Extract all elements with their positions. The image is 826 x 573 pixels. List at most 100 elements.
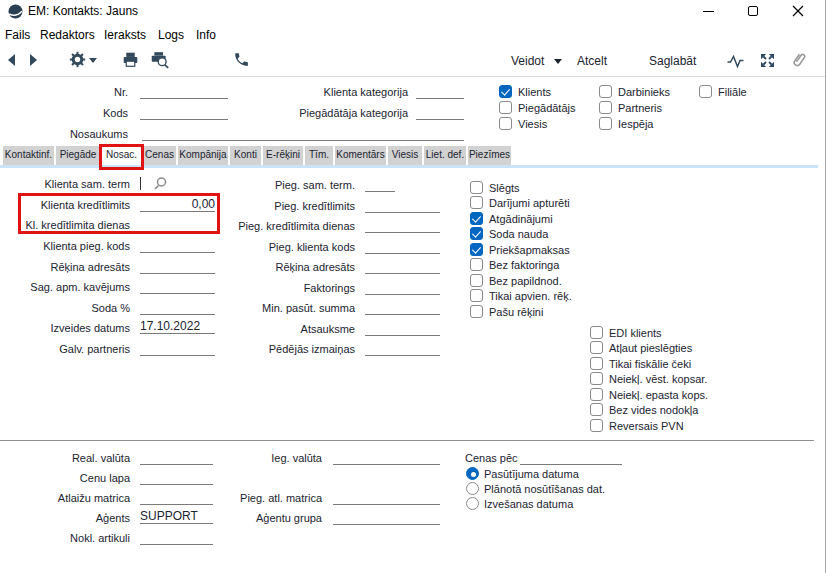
checkbox-prieksapmaksas[interactable] bbox=[470, 243, 483, 256]
pieg-kreditlimits-field[interactable] bbox=[365, 198, 440, 213]
checkbox-darbinieks[interactable] bbox=[599, 85, 612, 98]
checkbox-atgadinajumi[interactable] bbox=[470, 212, 483, 225]
checkbox-filiale[interactable] bbox=[699, 85, 712, 98]
phone-icon[interactable] bbox=[233, 51, 250, 68]
cenu-lapa-field[interactable] bbox=[140, 470, 213, 485]
checkbox-klients[interactable] bbox=[499, 85, 512, 98]
checkbox-bez-faktoringa[interactable] bbox=[470, 258, 483, 271]
activity-icon[interactable] bbox=[727, 55, 744, 68]
checkbox-darijumi-apturei[interactable] bbox=[470, 196, 483, 209]
sag-apm-kavejums-field[interactable] bbox=[140, 279, 215, 294]
back-icon[interactable] bbox=[6, 53, 16, 67]
close-button[interactable] bbox=[792, 5, 804, 17]
pieg-klienta-kods-field[interactable] bbox=[365, 239, 440, 254]
radio-izvesanas-datuma[interactable] bbox=[466, 497, 479, 510]
tab-piegade[interactable]: Piegāde bbox=[56, 146, 100, 165]
izveides-datums-field[interactable]: 17.10.2022 bbox=[140, 319, 215, 334]
minimize-button[interactable] bbox=[703, 11, 714, 12]
galv-partneris-field[interactable] bbox=[140, 341, 215, 356]
klienta-kategorija-field[interactable] bbox=[416, 84, 464, 99]
real-valuta-label: Real. valūta bbox=[0, 452, 130, 464]
galv-partneris-label: Galv. partneris bbox=[0, 343, 130, 355]
checkbox-piegadatajs[interactable] bbox=[499, 101, 512, 114]
gear-dropdown-caret[interactable] bbox=[89, 58, 97, 63]
checkbox-soda-nauda-label: Soda nauda bbox=[489, 228, 548, 240]
sag-apm-kavejums-label: Sag. apm. kavējums bbox=[0, 281, 130, 293]
tab-komentars[interactable]: Komentārs bbox=[335, 146, 386, 165]
gear-icon[interactable] bbox=[69, 51, 86, 68]
pieg-kreditlimita-dienas-field[interactable] bbox=[365, 218, 440, 233]
tab-cenas[interactable]: Cenas bbox=[143, 146, 176, 165]
tab-viesis[interactable]: Viesis bbox=[388, 146, 422, 165]
checkbox-atlaut-pieslegties[interactable] bbox=[590, 341, 603, 354]
cancel-button[interactable]: Atcelt bbox=[577, 54, 607, 68]
klienta-pieg-kods-field[interactable] bbox=[140, 238, 215, 253]
save-button[interactable]: Saglabāt bbox=[649, 54, 696, 68]
tab-tim[interactable]: Tīm. bbox=[305, 146, 333, 165]
menu-redaktors[interactable]: Redaktors bbox=[40, 28, 95, 42]
tab-erekini[interactable]: E-rēķini bbox=[263, 146, 303, 165]
menu-ieraksts[interactable]: Ieraksts bbox=[104, 28, 146, 42]
checkbox-partneris[interactable] bbox=[599, 101, 612, 114]
pedejas-izmainas-field[interactable] bbox=[365, 341, 440, 356]
checkbox-tikai-fiskalie-ceki[interactable] bbox=[590, 357, 603, 370]
klienta-sam-term-label: Klienta sam. term bbox=[0, 178, 130, 190]
pieg-atl-matrica-field[interactable] bbox=[333, 490, 440, 505]
klienta-pieg-kods-label: Klienta pieg. kods bbox=[0, 240, 130, 252]
create-button[interactable]: Veidot bbox=[511, 54, 544, 68]
faktorings-field[interactable] bbox=[365, 280, 440, 295]
checkbox-iespeja[interactable] bbox=[599, 117, 612, 130]
checkbox-viesis[interactable] bbox=[499, 117, 512, 130]
tab-kompanija[interactable]: Kompānija bbox=[178, 146, 228, 165]
forward-icon[interactable] bbox=[29, 53, 39, 67]
rekina-adresats2-field[interactable] bbox=[365, 259, 440, 274]
create-caret[interactable] bbox=[554, 59, 562, 64]
menu-fails[interactable]: Fails bbox=[5, 28, 30, 42]
rekina-adresats-field[interactable] bbox=[140, 259, 215, 274]
agentu-grupa-field[interactable] bbox=[333, 510, 440, 525]
pieg-klienta-kods-label: Pieg. klienta kods bbox=[215, 241, 355, 253]
ieg-valuta-field[interactable] bbox=[333, 450, 440, 465]
menu-info[interactable]: Info bbox=[196, 28, 216, 42]
checkbox-edi-klients[interactable] bbox=[590, 326, 603, 339]
print-icon[interactable] bbox=[122, 51, 139, 68]
nosaukums-field[interactable] bbox=[142, 126, 464, 141]
tab-kontaktinf[interactable]: Kontaktinf. bbox=[3, 146, 54, 165]
min-pasut-summa-field[interactable] bbox=[365, 300, 440, 315]
pieg-sam-term-field[interactable] bbox=[365, 177, 395, 192]
soda-field[interactable] bbox=[140, 300, 215, 315]
nr-field[interactable] bbox=[140, 84, 228, 99]
atlaizu-matrica-field[interactable] bbox=[140, 490, 213, 505]
maximize-button[interactable] bbox=[748, 6, 758, 16]
lookup-icon[interactable] bbox=[153, 176, 168, 191]
tab-piezimes[interactable]: Piezīmes bbox=[468, 146, 511, 165]
checkbox-soda-nauda[interactable] bbox=[470, 227, 483, 240]
tab-konti[interactable]: Konti bbox=[230, 146, 261, 165]
checkbox-bez-papildnod[interactable] bbox=[470, 274, 483, 287]
agents-label: Aģents bbox=[0, 512, 130, 524]
checkbox-tikai-apvien-rek-label: Tikai apvien. rēķ. bbox=[489, 290, 572, 302]
checkbox-reversais-pvn[interactable] bbox=[590, 419, 603, 432]
rekina-adresats-label: Rēķina adresāts bbox=[0, 261, 130, 273]
atsauksme-label: Atsauksme bbox=[215, 323, 355, 335]
atsauksme-field[interactable] bbox=[365, 321, 440, 336]
print-preview-icon[interactable] bbox=[150, 51, 170, 69]
menu-logs[interactable]: Logs bbox=[158, 28, 184, 42]
checkbox-slegts[interactable] bbox=[470, 181, 483, 194]
checkbox-bez-vides-nodokla[interactable] bbox=[590, 403, 603, 416]
checkbox-neiekl-epasta-kops[interactable] bbox=[590, 388, 603, 401]
radio-planota-nosutisanas[interactable] bbox=[466, 482, 479, 495]
checkbox-pasu-rekini[interactable] bbox=[470, 305, 483, 318]
paperclip-icon[interactable] bbox=[792, 51, 806, 69]
real-valuta-field[interactable] bbox=[140, 450, 213, 465]
piegadataja-kategorija-field[interactable] bbox=[416, 105, 464, 120]
nosaukums-label: Nosaukums bbox=[0, 128, 128, 140]
kods-field[interactable] bbox=[140, 105, 228, 120]
radio-pasutijuma-datuma[interactable] bbox=[466, 467, 479, 480]
agents-field[interactable]: SUPPORT bbox=[140, 509, 213, 524]
checkbox-tikai-apvien-rek[interactable] bbox=[470, 289, 483, 302]
checkbox-neiekl-vest-kopsar[interactable] bbox=[590, 372, 603, 385]
nokl-artikuli-field[interactable] bbox=[140, 530, 213, 545]
tab-liet-def[interactable]: Liet. def. bbox=[424, 146, 466, 165]
expand-icon[interactable] bbox=[760, 53, 775, 68]
